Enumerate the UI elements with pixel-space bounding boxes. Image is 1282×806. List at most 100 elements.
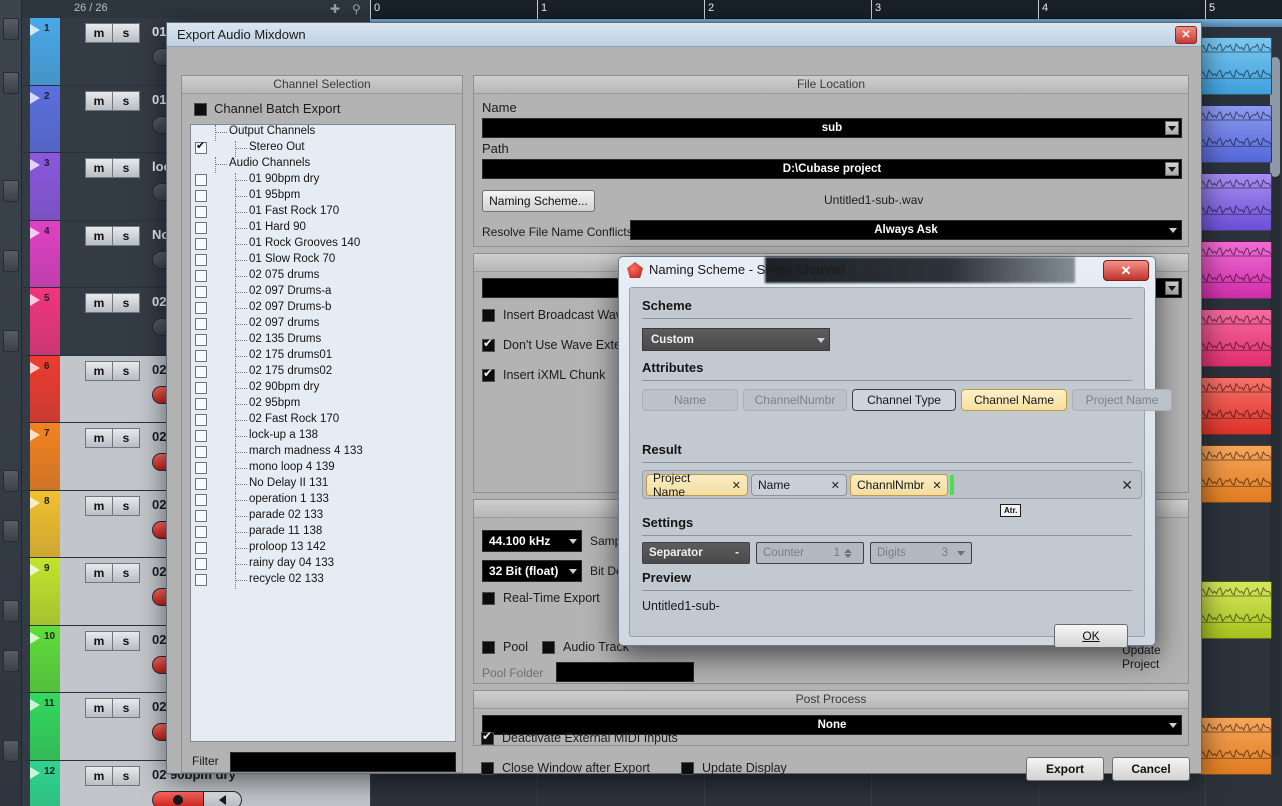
mute-button[interactable]: m [85, 630, 113, 651]
result-field[interactable]: Project Name ✕ Name ✕ ChannlNmbr ✕ ✕ [642, 470, 1142, 499]
digits-field[interactable]: Digits 3 [870, 542, 972, 564]
channel-checkbox[interactable] [195, 382, 207, 394]
name-dropdown-icon[interactable] [1165, 121, 1179, 135]
track-expand-icon[interactable] [30, 564, 40, 576]
attribute-chip-channel-numbr[interactable]: ChannelNumbr [743, 389, 847, 411]
channel-checkbox[interactable] [195, 414, 207, 426]
solo-button[interactable]: s [112, 90, 140, 111]
mute-solo-group[interactable]: ms [85, 158, 140, 178]
tree-item-row[interactable]: 01 Fast Rock 170 [191, 205, 455, 221]
bit-depth-dropdown[interactable]: 32 Bit (float) [482, 560, 582, 582]
audio-clip[interactable] [1200, 581, 1272, 639]
result-token-name[interactable]: Name ✕ [751, 474, 847, 496]
track-expand-icon[interactable] [30, 631, 40, 644]
mute-button[interactable]: m [85, 765, 113, 786]
tree-item-row[interactable]: rainy day 04 133 [191, 557, 455, 573]
solo-button[interactable]: s [112, 765, 140, 786]
channel-checkbox[interactable] [195, 446, 207, 458]
channel-checkbox[interactable] [195, 478, 207, 490]
remove-token-icon[interactable]: ✕ [924, 479, 941, 492]
inspector-button-8[interactable] [3, 600, 19, 622]
naming-dialog-titlebar[interactable]: Naming Scheme - Single Channel ✕ [619, 257, 1155, 283]
solo-button[interactable]: s [112, 563, 140, 583]
audio-track-checkbox[interactable] [542, 641, 555, 655]
audio-clip[interactable] [1200, 445, 1272, 503]
attribute-chip-channel-name[interactable]: Channel Name [961, 389, 1067, 411]
channel-tree[interactable]: Output Channels Stereo Out Audio Channels 0… [190, 124, 456, 742]
result-token-channl-nmbr[interactable]: ChannlNmbr ✕ [850, 474, 948, 496]
search-icon[interactable]: ⚲ [352, 2, 361, 16]
insert-ixml-row[interactable]: Insert iXML Chunk [482, 366, 605, 383]
tree-item-row[interactable]: lock-up a 138 [191, 429, 455, 445]
tree-item-row[interactable]: operation 1 133 [191, 493, 455, 509]
attribute-chip-project-name[interactable]: Project Name [1072, 389, 1172, 411]
realtime-export-checkbox[interactable] [482, 592, 495, 606]
tree-item-row[interactable]: 01 90bpm dry [191, 173, 455, 189]
counter-field[interactable]: Counter 1 [756, 542, 864, 564]
mute-button[interactable]: m [85, 495, 113, 516]
tree-item-row[interactable]: 02 90bpm dry [191, 381, 455, 397]
channel-batch-export-checkbox[interactable] [194, 103, 207, 117]
mute-button[interactable]: m [85, 158, 113, 178]
tree-item-row[interactable]: 02 175 drums02 [191, 365, 455, 381]
realtime-export-row[interactable]: Real-Time Export [482, 591, 600, 606]
tree-item-row[interactable]: 02 95bpm [191, 397, 455, 413]
mute-solo-group[interactable]: ms [85, 765, 140, 786]
inspector-button-4[interactable] [3, 250, 19, 272]
record-enable-button[interactable] [152, 790, 204, 806]
tree-item-row[interactable]: 02 097 drums [191, 317, 455, 333]
channel-checkbox[interactable] [195, 366, 207, 378]
track-expand-icon[interactable] [30, 766, 40, 779]
inspector-button-1[interactable] [3, 18, 19, 40]
remove-token-icon[interactable]: ✕ [724, 479, 741, 492]
track-expand-icon[interactable] [30, 429, 40, 441]
tree-item-row[interactable]: 01 Rock Grooves 140 [191, 237, 455, 253]
pool-checkbox[interactable] [482, 641, 495, 655]
record-monitor-group[interactable] [152, 790, 242, 806]
pool-row[interactable]: Pool [482, 640, 528, 655]
channel-checkbox[interactable] [195, 334, 207, 346]
name-field[interactable]: sub [482, 118, 1182, 138]
mute-button[interactable]: m [85, 293, 113, 313]
channel-checkbox[interactable] [195, 494, 207, 506]
audio-clip[interactable] [1200, 309, 1272, 367]
channel-checkbox[interactable] [195, 462, 207, 474]
tree-item-row[interactable]: No Delay II 131 [191, 477, 455, 493]
tree-item-row[interactable]: 02 135 Drums [191, 333, 455, 349]
close-after-export-checkbox[interactable] [481, 762, 494, 776]
result-token-project-name[interactable]: Project Name ✕ [646, 471, 748, 499]
tree-item-row[interactable]: parade 11 138 [191, 525, 455, 541]
solo-button[interactable]: s [112, 495, 140, 516]
solo-button[interactable]: s [112, 360, 140, 381]
channel-checkbox[interactable] [195, 302, 207, 314]
cancel-button[interactable]: Cancel [1112, 757, 1190, 781]
tree-group-row[interactable]: Output Channels [191, 125, 455, 141]
tree-item-row[interactable]: recycle 02 133 [191, 573, 455, 589]
tree-item-row[interactable]: 02 097 Drums-b [191, 301, 455, 317]
file-format-dropdown-icon[interactable] [1165, 281, 1179, 295]
close-after-export-row[interactable]: Close Window after Export [481, 761, 650, 776]
scheme-dropdown[interactable]: Custom [642, 328, 830, 351]
mute-solo-group[interactable]: ms [85, 428, 140, 448]
channel-batch-export-row[interactable]: Channel Batch Export [194, 101, 340, 117]
add-track-icon[interactable]: ✚ [330, 2, 340, 16]
audio-track-row[interactable]: Audio Track [542, 640, 629, 655]
tree-item-row[interactable]: 01 Slow Rock 70 [191, 253, 455, 269]
solo-button[interactable]: s [112, 698, 140, 718]
track-expand-icon[interactable] [30, 91, 40, 104]
audio-clip[interactable] [1200, 173, 1272, 231]
export-window-titlebar[interactable]: Export Audio Mixdown ✕ [167, 23, 1201, 47]
tree-item-row[interactable]: proloop 13 142 [191, 541, 455, 557]
solo-button[interactable]: s [112, 23, 140, 43]
channel-checkbox[interactable] [195, 139, 207, 154]
tree-group-row[interactable]: Audio Channels [191, 157, 455, 173]
track-expand-icon[interactable] [30, 496, 40, 509]
mute-solo-group[interactable]: ms [85, 630, 140, 651]
sample-rate-dropdown[interactable]: 44.100 kHz [482, 530, 582, 552]
attribute-chip-channel-type[interactable]: Channel Type [852, 389, 956, 411]
channel-checkbox[interactable] [195, 318, 207, 330]
mute-solo-group[interactable]: ms [85, 495, 140, 516]
tree-item-row[interactable]: Stereo Out [191, 139, 455, 157]
mute-solo-group[interactable]: ms [85, 293, 140, 313]
mute-solo-group[interactable]: ms [85, 225, 140, 246]
